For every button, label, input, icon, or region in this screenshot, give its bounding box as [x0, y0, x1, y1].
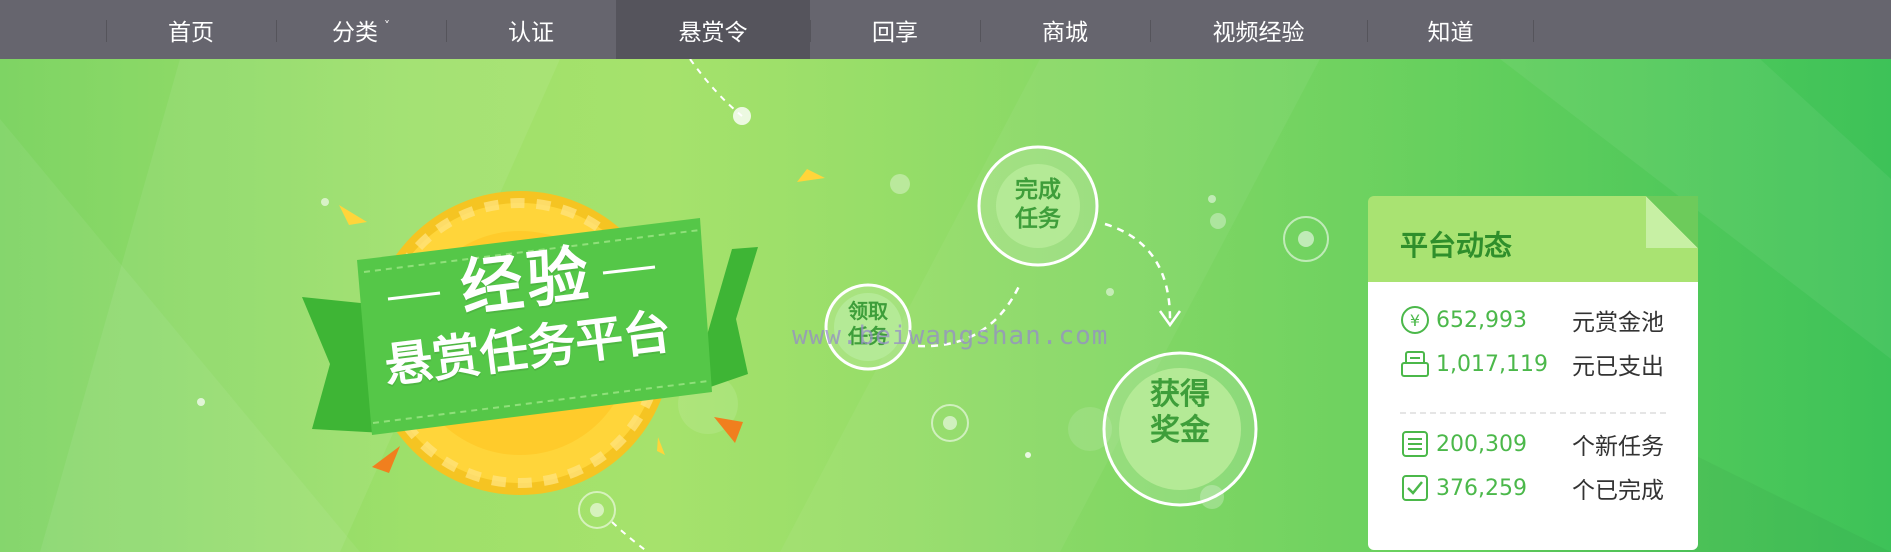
- stat-value: 376,259: [1436, 475, 1527, 501]
- nav-item-label: 回享: [872, 19, 918, 46]
- nav-item-share[interactable]: 回享: [810, 0, 980, 59]
- nav-item-category[interactable]: 分类 ˅: [276, 0, 446, 59]
- watermark-text: www.beiwangshan.com: [792, 321, 1109, 351]
- panel-title: 平台动态: [1400, 229, 1513, 262]
- nav-item-mall[interactable]: 商城: [980, 0, 1150, 59]
- nav-item-certify[interactable]: 认证: [446, 0, 616, 59]
- nav-item-zhidao[interactable]: 知道: [1367, 0, 1534, 59]
- step-label-line: 获得: [1150, 377, 1210, 412]
- stat-row-new-tasks: 200,309 个新任务: [1400, 428, 1670, 460]
- top-nav: 首页 分类 ˅ 认证 悬赏令 回享 商城 视频经验 知道: [0, 0, 1891, 59]
- nav-item-bounty[interactable]: 悬赏令: [616, 0, 810, 59]
- stat-label: 元已支出: [1572, 354, 1664, 380]
- nav-item-label: 商城: [1042, 19, 1088, 46]
- nav-item-label: 首页: [168, 19, 214, 46]
- stat-value: 200,309: [1436, 431, 1527, 457]
- step-complete-task: 完成 任务: [1002, 176, 1074, 234]
- hero-banner: 经验 悬赏任务平台 领取 任务 完成 任务 获得 奖金 www.beiwangs…: [0, 59, 1891, 552]
- stat-label: 元赏金池: [1572, 310, 1664, 336]
- panel-body: ¥ 652,993 元赏金池 1,017,119 元已支出 200,309 个新…: [1368, 282, 1698, 550]
- svg-text:¥: ¥: [1410, 311, 1420, 330]
- stats-divider: [1400, 412, 1666, 414]
- stat-label: 个新任务: [1572, 434, 1664, 460]
- stat-value: 652,993: [1436, 307, 1527, 333]
- step-label-line: 完成: [1015, 177, 1061, 203]
- step-label-line: 任务: [1015, 206, 1061, 232]
- step-get-reward: 获得 奖金: [1130, 377, 1230, 449]
- nav-item-label: 视频经验: [1212, 19, 1305, 46]
- platform-stats-panel: 平台动态 ¥ 652,993 元赏金池 1,017,119 元已支出 200,3…: [1368, 196, 1698, 550]
- checkbox-icon: [1402, 475, 1428, 501]
- step-label-line: 奖金: [1150, 413, 1210, 448]
- page-fold-corner: [1646, 196, 1698, 248]
- stat-label: 个已完成: [1572, 478, 1664, 504]
- nav-item-home[interactable]: 首页: [106, 0, 276, 59]
- chevron-down-icon: ˅: [384, 18, 390, 33]
- nav-item-label: 分类: [332, 19, 378, 46]
- stat-row-paid-out: 1,017,119 元已支出: [1400, 348, 1670, 380]
- nav-item-label: 悬赏令: [678, 19, 748, 46]
- yen-icon: ¥: [1401, 306, 1429, 334]
- stat-row-bounty-pool: ¥ 652,993 元赏金池: [1400, 304, 1670, 336]
- stat-row-completed: 376,259 个已完成: [1400, 472, 1670, 504]
- document-icon: [1402, 431, 1428, 457]
- nav-item-label: 认证: [508, 19, 554, 46]
- receipt-icon: [1401, 351, 1429, 377]
- nav-item-video[interactable]: 视频经验: [1150, 0, 1367, 59]
- nav-item-label: 知道: [1427, 19, 1474, 46]
- stat-value: 1,017,119: [1436, 351, 1548, 377]
